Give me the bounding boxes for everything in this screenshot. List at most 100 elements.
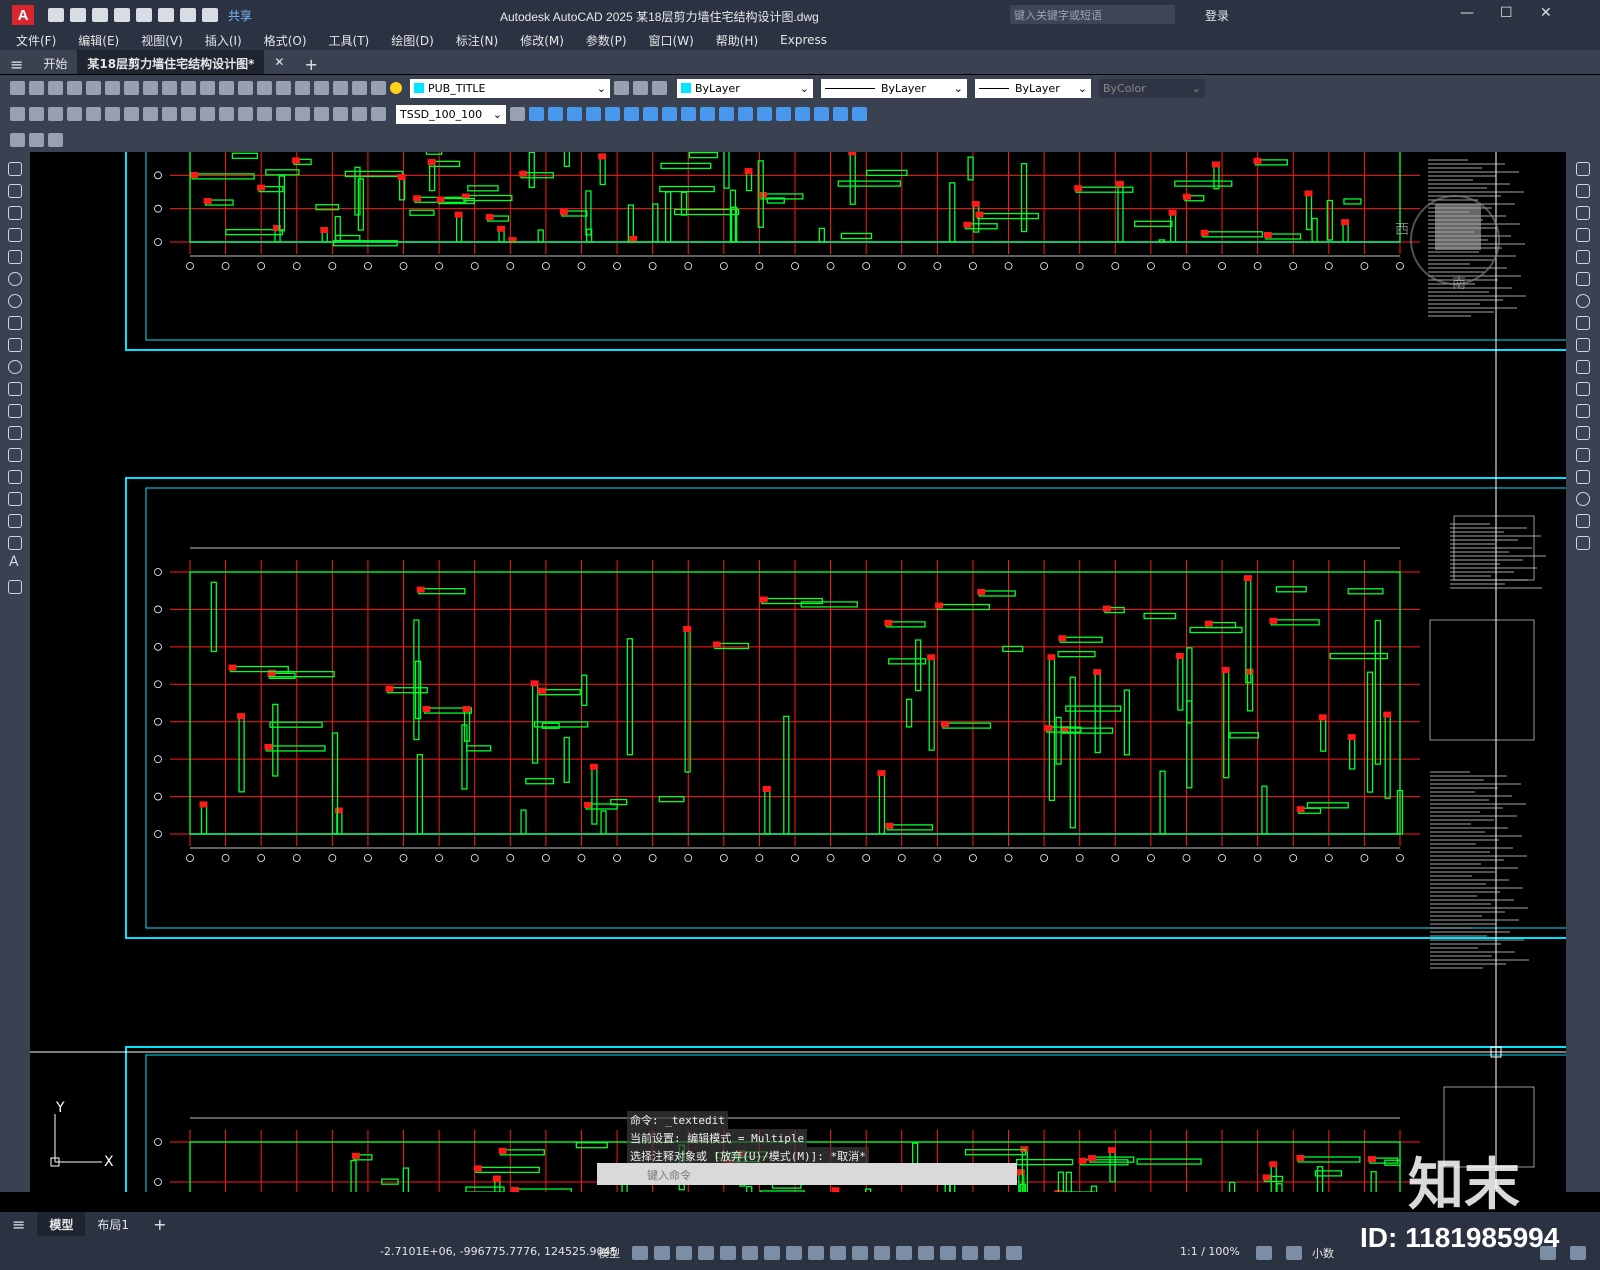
open-icon[interactable] <box>29 81 44 95</box>
plot-icon[interactable] <box>67 81 82 95</box>
new-icon[interactable] <box>10 81 25 95</box>
block-edit-icon[interactable] <box>10 132 25 147</box>
units-button[interactable]: 小数 <box>1312 1245 1334 1261</box>
modify-scale-icon[interactable] <box>643 107 658 121</box>
layer-properties-icon[interactable] <box>371 81 386 95</box>
menu-view[interactable]: 视图(V) <box>141 32 183 49</box>
trim-icon[interactable] <box>1576 360 1590 374</box>
join-icon[interactable] <box>1576 448 1590 462</box>
modify-trim-icon[interactable] <box>681 107 696 121</box>
help-icon[interactable] <box>352 81 367 95</box>
redo-icon[interactable] <box>202 8 218 22</box>
save-as-icon[interactable] <box>114 8 130 22</box>
publish-icon[interactable] <box>136 8 152 22</box>
infer-constraints-icon[interactable] <box>676 1246 692 1260</box>
quick-dim-icon[interactable] <box>162 107 177 121</box>
ortho-icon[interactable] <box>720 1246 736 1260</box>
arc-length-icon[interactable] <box>48 107 63 121</box>
insert-block-icon[interactable] <box>8 404 22 418</box>
annotation-visibility-icon[interactable] <box>984 1246 1000 1260</box>
baseline-icon[interactable] <box>181 107 196 121</box>
menu-insert[interactable]: 插入(I) <box>205 32 242 49</box>
menu-draw[interactable]: 绘图(D) <box>391 32 434 49</box>
dynamic-ucs-icon[interactable] <box>918 1246 934 1260</box>
model-space-button[interactable]: 模型 <box>598 1245 620 1261</box>
circle-icon[interactable] <box>8 294 22 308</box>
modify-array-icon[interactable] <box>586 107 601 121</box>
coordinates-readout[interactable]: -2.7101E+06, -996775.7776, 124525.9045 <box>380 1245 618 1258</box>
send-back-icon[interactable] <box>852 107 867 121</box>
menu-modify[interactable]: 修改(M) <box>520 32 564 49</box>
spline-icon[interactable] <box>8 338 22 352</box>
lineweight-icon[interactable] <box>830 1246 846 1260</box>
match-properties-icon[interactable] <box>181 81 196 95</box>
close-icon[interactable]: ✕ <box>1540 5 1552 21</box>
undo-icon[interactable] <box>180 8 196 22</box>
break-at-point-icon[interactable] <box>1576 404 1590 418</box>
ordinate-icon[interactable] <box>67 107 82 121</box>
menu-edit[interactable]: 编辑(E) <box>78 32 119 49</box>
layer-previous-icon[interactable] <box>633 81 648 95</box>
maximize-icon[interactable]: ☐ <box>1500 5 1513 21</box>
arc-icon[interactable] <box>8 272 22 286</box>
command-input[interactable]: 键入命令 <box>597 1163 1017 1185</box>
tab-drawing[interactable]: 某18层剪力墙住宅结构设计图* <box>77 50 265 74</box>
dimstyle-dropdown[interactable]: TSSD_100_100 ⌄ <box>396 104 506 124</box>
polar-icon[interactable] <box>742 1246 758 1260</box>
cut-icon[interactable] <box>124 81 139 95</box>
bring-front-icon[interactable] <box>833 107 848 121</box>
close-command-icon[interactable]: ✕ <box>605 1166 616 1181</box>
modify-rotate-icon[interactable] <box>624 107 639 121</box>
selection-filter-icon[interactable] <box>940 1246 956 1260</box>
pan-icon[interactable] <box>238 81 253 95</box>
jogged-icon[interactable] <box>105 107 120 121</box>
tolerance-icon[interactable] <box>257 107 272 121</box>
inspect-icon[interactable] <box>295 107 310 121</box>
hamburger-menu-icon[interactable]: ≡ <box>0 50 33 74</box>
menu-format[interactable]: 格式(O) <box>264 32 307 49</box>
drawing-canvas[interactable]: 西 南 Y X <box>30 152 1566 1192</box>
add-layout-icon[interactable]: + <box>141 1211 178 1238</box>
copy-object-icon[interactable] <box>1576 184 1590 198</box>
menu-dimension[interactable]: 标注(N) <box>456 32 498 49</box>
polyline-icon[interactable] <box>8 206 22 220</box>
layer-state-icon[interactable] <box>652 81 667 95</box>
mirror-icon[interactable] <box>1576 206 1590 220</box>
modify-explode-icon[interactable] <box>795 107 810 121</box>
modify-join-icon[interactable] <box>738 107 753 121</box>
selection-cycling-icon[interactable] <box>874 1246 890 1260</box>
customize-wrench-icon[interactable]: ⚒ <box>623 1165 635 1180</box>
blend-icon[interactable] <box>1576 514 1590 528</box>
add-selected-icon[interactable] <box>8 580 22 594</box>
draworder-icon[interactable] <box>814 107 829 121</box>
modify-mirror-icon[interactable] <box>548 107 563 121</box>
fillet-icon[interactable] <box>1576 492 1590 506</box>
object-snap-icon[interactable] <box>808 1246 824 1260</box>
dim-style-icon[interactable] <box>510 107 525 121</box>
attribute-icon[interactable] <box>29 132 44 147</box>
open-icon[interactable] <box>70 8 86 22</box>
workspace-gear-icon[interactable] <box>1256 1246 1272 1260</box>
move-icon[interactable] <box>1576 272 1590 286</box>
dim-update-icon[interactable] <box>371 107 386 121</box>
offset-icon[interactable] <box>1576 228 1590 242</box>
dim-edit-icon[interactable] <box>333 107 348 121</box>
search-input[interactable]: 键入关键字或短语 <box>1010 5 1175 24</box>
mtext-icon[interactable]: A <box>9 554 19 570</box>
annotation-monitor-icon[interactable] <box>1286 1246 1302 1260</box>
rotate-icon[interactable] <box>1576 294 1590 308</box>
linetype-dropdown[interactable]: ByLayer ⌄ <box>821 78 967 98</box>
modify-chamfer-icon[interactable] <box>757 107 772 121</box>
transparency-icon[interactable] <box>852 1246 868 1260</box>
line-icon[interactable] <box>8 162 22 176</box>
calculator-icon[interactable] <box>333 81 348 95</box>
login-button[interactable]: 登录 <box>1205 7 1229 24</box>
preview-icon[interactable] <box>86 81 101 95</box>
linear-dim-icon[interactable] <box>10 107 25 121</box>
continue-icon[interactable] <box>200 107 215 121</box>
object-snap-tracking-icon[interactable] <box>786 1246 802 1260</box>
layout-menu-icon[interactable]: ≡ <box>0 1211 37 1238</box>
jogged-linear-icon[interactable] <box>314 107 329 121</box>
color-dropdown[interactable]: ByLayer ⌄ <box>677 78 813 98</box>
make-block-icon[interactable] <box>8 426 22 440</box>
